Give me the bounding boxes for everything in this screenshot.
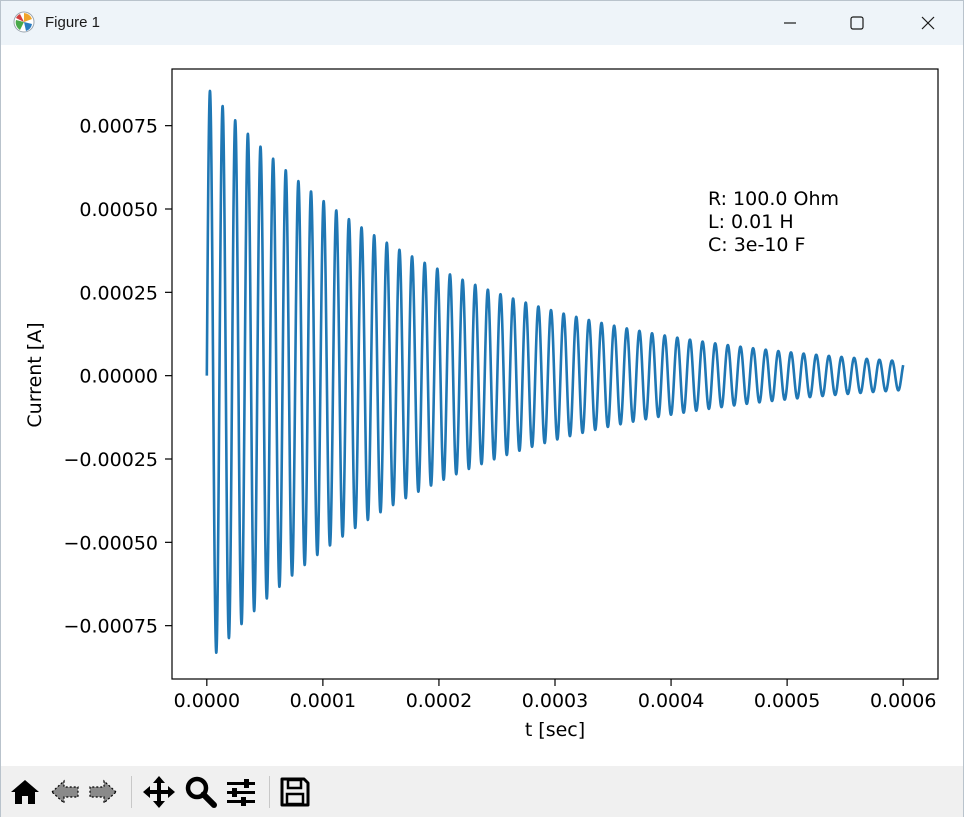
configure-subplots-button[interactable] bbox=[223, 774, 259, 810]
matplotlib-icon bbox=[13, 11, 35, 33]
zoom-magnifier-icon bbox=[185, 776, 217, 808]
toolbar-separator bbox=[269, 776, 270, 808]
annotation-capacitance: C: 3e-10 F bbox=[708, 234, 806, 256]
x-axis-label: t [sec] bbox=[525, 719, 585, 741]
annotation-resistance: R: 100.0 Ohm bbox=[708, 188, 839, 210]
y-axis-label: Current [A] bbox=[24, 322, 46, 427]
title-bar[interactable]: Figure 1 bbox=[1, 1, 963, 45]
y-tick-label: −0.00075 bbox=[64, 616, 159, 638]
y-tick-label: 0.00025 bbox=[79, 282, 158, 304]
save-button[interactable] bbox=[277, 774, 313, 810]
x-tick-label: 0.0006 bbox=[870, 690, 936, 712]
forward-arrow-icon bbox=[89, 779, 117, 805]
figure-window: Figure 1 0.0000 0.0001 0.0002 0.0003 0.0004 0… bbox=[0, 0, 964, 817]
x-tick-label: 0.0004 bbox=[638, 690, 704, 712]
y-tick-label: −0.00025 bbox=[64, 449, 159, 471]
minimize-icon bbox=[784, 22, 796, 24]
y-tick-label: 0.00050 bbox=[79, 199, 158, 221]
window-title: Figure 1 bbox=[45, 14, 101, 31]
back-arrow-icon bbox=[51, 779, 79, 805]
annotation-inductance: L: 0.01 H bbox=[708, 211, 794, 233]
x-tick-label: 0.0001 bbox=[290, 690, 356, 712]
save-disk-icon bbox=[280, 777, 310, 807]
pan-move-icon bbox=[143, 776, 175, 808]
maximize-icon bbox=[850, 16, 864, 30]
pan-button[interactable] bbox=[141, 774, 177, 810]
home-button[interactable] bbox=[7, 774, 43, 810]
x-tick-label: 0.0005 bbox=[754, 690, 820, 712]
minimize-button[interactable] bbox=[767, 1, 813, 45]
back-button[interactable] bbox=[47, 774, 83, 810]
x-tick-label: 0.0002 bbox=[406, 690, 472, 712]
zoom-button[interactable] bbox=[183, 774, 219, 810]
configure-subplots-icon bbox=[227, 779, 255, 806]
y-tick-label: 0.00000 bbox=[79, 366, 158, 388]
chart-canvas[interactable]: 0.0000 0.0001 0.0002 0.0003 0.0004 0.0005 0.00… bbox=[1, 45, 963, 766]
maximize-button[interactable] bbox=[834, 1, 880, 45]
close-icon bbox=[921, 16, 935, 30]
home-icon bbox=[11, 780, 39, 804]
y-tick-label: −0.00050 bbox=[64, 532, 159, 554]
toolbar-separator bbox=[131, 776, 132, 808]
x-tick-label: 0.0000 bbox=[174, 690, 240, 712]
navigation-toolbar bbox=[1, 766, 963, 817]
x-tick-label: 0.0003 bbox=[522, 690, 588, 712]
close-button[interactable] bbox=[905, 1, 951, 45]
y-tick-label: 0.00075 bbox=[79, 116, 158, 138]
forward-button[interactable] bbox=[85, 774, 121, 810]
